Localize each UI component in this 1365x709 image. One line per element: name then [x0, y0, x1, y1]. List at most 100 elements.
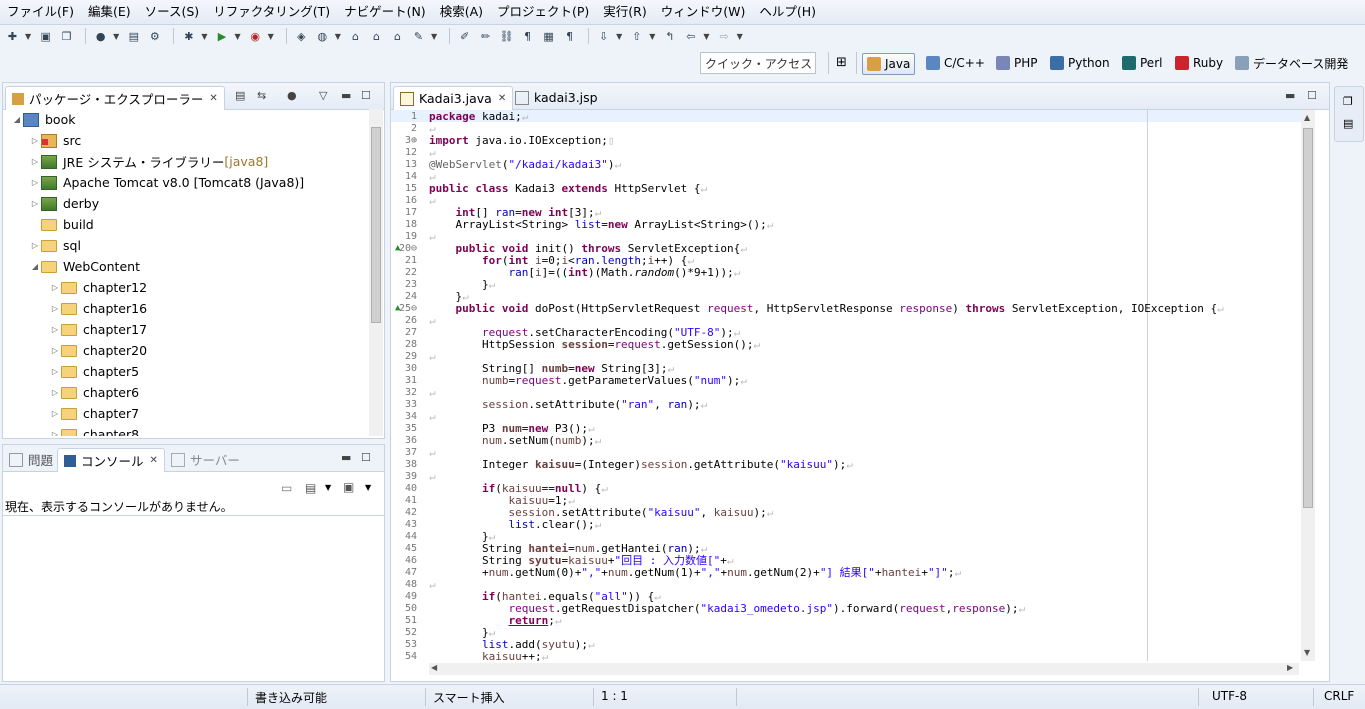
- editor-horizontal-scrollbar[interactable]: ◀ ▶: [429, 663, 1299, 675]
- filter-icon[interactable]: ●: [287, 89, 297, 102]
- code-editor[interactable]: 1 package kadai;↵ 2 ↵ 3⊕ import java.io.IOE…: [391, 110, 1329, 661]
- tree-item-chapter17[interactable]: ▷ chapter17: [49, 319, 147, 340]
- menu-project[interactable]: プロジェクト(P): [490, 0, 596, 24]
- close-icon[interactable]: ✕: [209, 93, 217, 104]
- block-select-icon[interactable]: ▦: [540, 28, 557, 44]
- show-whitespace-icon[interactable]: ¶: [519, 28, 536, 44]
- open-console-icon[interactable]: ▣: [343, 480, 354, 494]
- menu-navigate[interactable]: ナビゲート(N): [337, 0, 433, 24]
- minimize-icon[interactable]: ▬: [341, 89, 351, 102]
- forward-icon[interactable]: ⇨: [716, 28, 733, 44]
- external-tools-icon[interactable]: ◉: [247, 28, 264, 44]
- collapsed-arrow-icon[interactable]: ▷: [29, 199, 41, 208]
- prev-annotation-dropdown-icon[interactable]: ▼: [649, 32, 655, 41]
- tab-servers[interactable]: サーバー: [165, 448, 246, 471]
- search-tool-icon[interactable]: ✎: [410, 28, 427, 44]
- maximize-icon[interactable]: ☐: [361, 451, 371, 464]
- close-icon[interactable]: ✕: [498, 93, 506, 104]
- tree-item-derby[interactable]: ▷ derby: [29, 193, 99, 214]
- overview-ruler[interactable]: [1317, 110, 1327, 661]
- tab-package-explorer[interactable]: パッケージ・エクスプローラー ✕: [5, 86, 225, 110]
- collapsed-arrow-icon[interactable]: ▷: [29, 241, 41, 250]
- perspective-java[interactable]: Java: [862, 53, 916, 75]
- collapsed-arrow-icon[interactable]: ▷: [49, 283, 61, 292]
- link-with-editor-icon[interactable]: ⇆: [257, 89, 266, 102]
- tree-item-book[interactable]: ◢ book: [11, 109, 76, 130]
- collapsed-arrow-icon[interactable]: ▷: [49, 430, 61, 436]
- tree-item-chapter6[interactable]: ▷ chapter6: [49, 382, 139, 403]
- prev-annotation-icon[interactable]: ⇧: [628, 28, 645, 44]
- save-icon[interactable]: ▣: [37, 28, 54, 44]
- minimize-icon[interactable]: ▬: [1285, 89, 1295, 102]
- run-dropdown-icon[interactable]: ▼: [234, 32, 240, 41]
- tree-item-chapter7[interactable]: ▷ chapter7: [49, 403, 139, 424]
- back-icon[interactable]: ⇦: [682, 28, 699, 44]
- tree-item-sql[interactable]: ▷ sql: [29, 235, 81, 256]
- maximize-icon[interactable]: ☐: [1307, 89, 1317, 102]
- tab-problems[interactable]: 問題: [3, 448, 59, 471]
- user-icon[interactable]: ●: [92, 28, 109, 44]
- expanded-arrow-icon[interactable]: ◢: [11, 115, 23, 124]
- close-icon[interactable]: ✕: [150, 455, 158, 466]
- forward-dropdown-icon[interactable]: ▼: [737, 32, 743, 41]
- menu-source[interactable]: ソース(S): [138, 0, 207, 24]
- explorer-scrollbar[interactable]: [369, 109, 383, 436]
- menu-edit[interactable]: 編集(E): [81, 0, 138, 24]
- expanded-arrow-icon[interactable]: ◢: [29, 262, 41, 271]
- perspective-perl[interactable]: Perl: [1122, 53, 1162, 73]
- perspective-python[interactable]: Python: [1050, 53, 1110, 73]
- open-console-dropdown-icon[interactable]: ▼: [365, 483, 371, 492]
- scroll-left-icon[interactable]: ◀: [431, 663, 437, 672]
- perspective-ruby[interactable]: Ruby: [1175, 53, 1223, 73]
- maximize-icon[interactable]: ☐: [361, 89, 371, 102]
- console-icon[interactable]: ▤: [125, 28, 142, 44]
- search-tool-dropdown-icon[interactable]: ▼: [431, 32, 437, 41]
- debug-icon[interactable]: ✱: [180, 28, 197, 44]
- menu-refactor[interactable]: リファクタリング(T): [206, 0, 337, 24]
- scroll-right-icon[interactable]: ▶: [1287, 663, 1293, 672]
- quick-access-input[interactable]: クイック・アクセス: [700, 52, 816, 74]
- override-marker-icon[interactable]: ▲: [395, 303, 400, 313]
- collapsed-arrow-icon[interactable]: ▷: [29, 178, 41, 187]
- display-console-icon[interactable]: ▤: [305, 481, 316, 495]
- scroll-up-icon[interactable]: ▲: [1304, 113, 1310, 122]
- user-dropdown-icon[interactable]: ▼: [113, 32, 119, 41]
- menu-file[interactable]: ファイル(F): [0, 0, 81, 24]
- menu-window[interactable]: ウィンドウ(W): [654, 0, 753, 24]
- settings-icon[interactable]: ⚙: [146, 28, 163, 44]
- tab-kadai3-jsp[interactable]: kadai3.jsp: [509, 86, 604, 109]
- tree-item-chapter5[interactable]: ▷ chapter5: [49, 361, 139, 382]
- new-dropdown-icon[interactable]: ▼: [25, 32, 31, 41]
- next-annotation-icon[interactable]: ⇩: [595, 28, 612, 44]
- new-java-project-icon[interactable]: ◈: [293, 28, 310, 44]
- collapsed-arrow-icon[interactable]: ▷: [49, 346, 61, 355]
- tree-item-chapter16[interactable]: ▷ chapter16: [49, 298, 147, 319]
- next-annotation-dropdown-icon[interactable]: ▼: [616, 32, 622, 41]
- highlight-icon[interactable]: ✏: [477, 28, 494, 44]
- tree-item-chapter20[interactable]: ▷ chapter20: [49, 340, 147, 361]
- collapsed-arrow-icon[interactable]: ▷: [49, 409, 61, 418]
- tree-item-build[interactable]: build: [29, 214, 94, 235]
- new-class-dropdown-icon[interactable]: ▼: [335, 32, 341, 41]
- override-marker-icon[interactable]: ▲: [395, 243, 400, 253]
- display-console-dropdown-icon[interactable]: ▼: [325, 483, 331, 492]
- run-icon[interactable]: ▶: [213, 28, 230, 44]
- minimize-icon[interactable]: ▬: [341, 451, 351, 464]
- open-folder-icon[interactable]: ⌂: [389, 28, 406, 44]
- tree-item-src[interactable]: ▷ src: [29, 130, 81, 151]
- last-edit-icon[interactable]: ↰: [661, 28, 678, 44]
- link-icon[interactable]: ⛓: [498, 28, 515, 44]
- collapsed-arrow-icon[interactable]: ▷: [49, 388, 61, 397]
- perspective-database[interactable]: データベース開発: [1235, 53, 1348, 73]
- tree-item-chapter8[interactable]: ▷ chapter8: [49, 424, 139, 436]
- annotation-icon[interactable]: ✐: [456, 28, 473, 44]
- collapsed-arrow-icon[interactable]: ▷: [49, 325, 61, 334]
- tree-item-jre[interactable]: ▷ JRE システム・ライブラリー [java8]: [29, 151, 268, 172]
- back-dropdown-icon[interactable]: ▼: [703, 32, 709, 41]
- tab-console[interactable]: コンソール ✕: [57, 448, 165, 472]
- tab-kadai3-java[interactable]: Kadai3.java ✕: [393, 86, 514, 110]
- save-all-icon[interactable]: ❐: [58, 28, 75, 44]
- collapse-all-icon[interactable]: ▤: [235, 89, 245, 102]
- new-class-icon[interactable]: ◍: [314, 28, 331, 44]
- scroll-down-icon[interactable]: ▼: [1304, 648, 1310, 657]
